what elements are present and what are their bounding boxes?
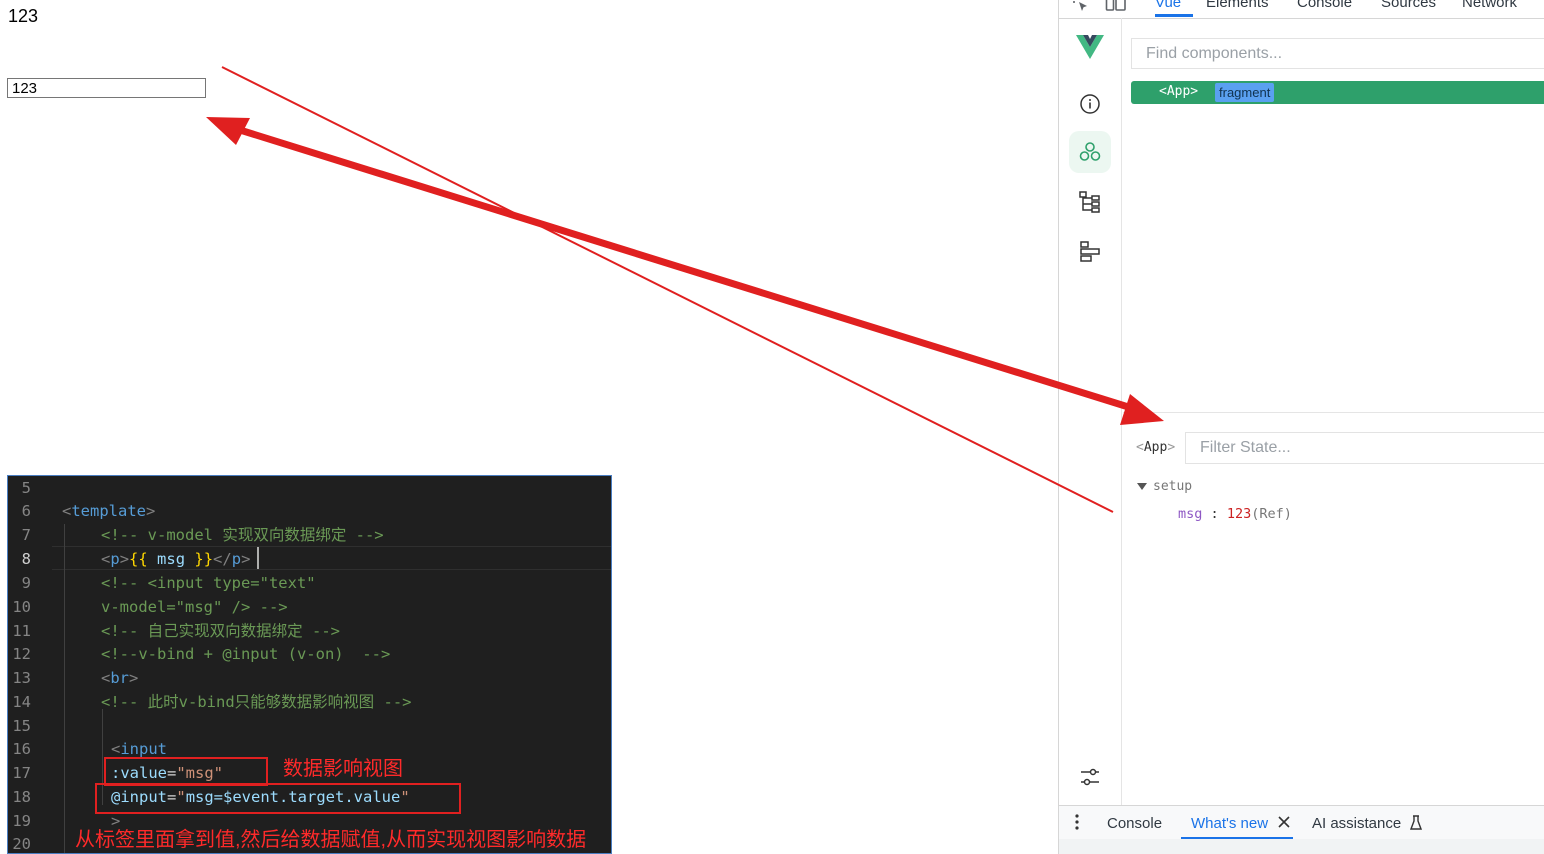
info-icon[interactable] xyxy=(1069,83,1111,125)
code-line: <!-- 此时v-bind只能够数据影响视图 --> xyxy=(101,693,412,711)
line-number: 14 xyxy=(12,693,31,711)
component-tree-row-app[interactable]: <App> fragment xyxy=(1131,81,1544,104)
close-icon[interactable] xyxy=(1278,814,1290,832)
annotation-box-input-handler xyxy=(95,783,461,814)
setup-section-toggle[interactable]: setup xyxy=(1137,479,1192,494)
page-text-input[interactable] xyxy=(7,78,206,98)
line-number: 11 xyxy=(12,622,31,640)
code-line: <!-- <input type="text" xyxy=(101,574,316,592)
pane-divider[interactable] xyxy=(1123,412,1544,413)
page-paragraph: 123 xyxy=(8,6,39,26)
state-component-name: App xyxy=(1143,440,1168,455)
line-number: 6 xyxy=(21,502,31,520)
state-component-close: > xyxy=(1167,440,1176,455)
state-key: msg xyxy=(1178,506,1203,522)
tab-sources[interactable]: Sources xyxy=(1381,0,1436,11)
code-line: <!-- v-model 实现双向数据绑定 --> xyxy=(101,526,384,544)
state-row-msg[interactable]: msg : 123(Ref) xyxy=(1178,506,1292,522)
components-icon[interactable] xyxy=(1069,131,1111,173)
line-number: 19 xyxy=(12,812,31,830)
annotation-box-value-binding xyxy=(104,757,268,786)
tab-network[interactable]: Network xyxy=(1462,0,1517,11)
tree-icon[interactable] xyxy=(1069,181,1111,223)
text-caret xyxy=(257,547,259,569)
more-options-icon[interactable] xyxy=(1073,812,1081,836)
line-number: 15 xyxy=(12,717,31,735)
line-number: 7 xyxy=(21,526,31,544)
drawer-tab-whats-new[interactable]: What's new xyxy=(1191,815,1268,832)
line-number: 13 xyxy=(12,669,31,687)
devtools-panel: Vue Elements Console Sources Network <Ap… xyxy=(1058,0,1544,854)
devtools-tab-bar: Vue Elements Console Sources Network xyxy=(1059,0,1544,19)
arrowhead-left-icon xyxy=(206,117,250,145)
state-component-label: <App> xyxy=(1136,440,1175,455)
line-number: 9 xyxy=(21,574,31,592)
tab-vue[interactable]: Vue xyxy=(1155,0,1181,11)
line-number-current: 8 xyxy=(21,550,31,568)
filter-state-box xyxy=(1185,432,1544,464)
annotation-note-view-to-data: 从标签里面拿到值,然后给数据赋值,从而实现视图影响数据 xyxy=(75,829,587,851)
active-tab-indicator xyxy=(1155,14,1193,17)
code-line: <!--v-bind + @input (v-on) --> xyxy=(101,645,391,663)
settings-sliders-icon[interactable] xyxy=(1069,756,1111,798)
line-number: 10 xyxy=(12,598,31,616)
device-toolbar-icon[interactable] xyxy=(1105,0,1127,18)
vue-logo-icon xyxy=(1069,26,1111,68)
code-line: <!-- 自己实现双向数据绑定 --> xyxy=(101,622,340,640)
inspect-element-icon[interactable] xyxy=(1071,0,1091,18)
component-name: <App> xyxy=(1159,84,1199,99)
code-line: <template> xyxy=(62,502,156,520)
caret-down-icon xyxy=(1137,483,1147,490)
component-search-input[interactable] xyxy=(1132,39,1544,68)
line-number: 16 xyxy=(12,740,31,758)
annotation-note-data-to-view: 数据影响视图 xyxy=(283,758,403,780)
setup-label: setup xyxy=(1153,479,1193,494)
vue-devtools-sidebar xyxy=(1059,18,1122,805)
state-value[interactable]: 123 xyxy=(1227,506,1251,522)
line-number: 17 xyxy=(12,764,31,782)
filter-state-input[interactable] xyxy=(1186,433,1544,463)
line-number: 5 xyxy=(21,479,31,497)
state-type: (Ref) xyxy=(1251,506,1292,522)
line-number: 20 xyxy=(12,835,31,853)
line-number: 18 xyxy=(12,788,31,806)
code-line: v-model="msg" /> --> xyxy=(101,598,288,616)
double-headed-arrow-icon xyxy=(238,126,1140,414)
code-line: <br> xyxy=(101,669,139,687)
thin-annotation-line xyxy=(221,66,1114,513)
drawer-body xyxy=(1059,839,1544,854)
code-editor: 5 6 <template> 7 <!-- v-model 实现双向数据绑定 -… xyxy=(7,475,612,854)
fragment-badge: fragment xyxy=(1215,83,1275,102)
drawer-tab-console[interactable]: Console xyxy=(1107,815,1162,832)
tab-console[interactable]: Console xyxy=(1297,0,1352,11)
line-number: 12 xyxy=(12,645,31,663)
tab-elements[interactable]: Elements xyxy=(1206,0,1269,11)
code-line: <p>{{ msg }}</p> xyxy=(101,550,251,568)
state-component-open: < xyxy=(1136,440,1144,455)
timeline-icon[interactable] xyxy=(1069,230,1111,272)
component-search-box xyxy=(1131,38,1544,69)
drawer-tab-ai-assistance[interactable]: AI assistance xyxy=(1312,815,1401,832)
drawer-tab-bar: Console What's new AI assistance xyxy=(1059,805,1544,840)
flask-icon xyxy=(1409,815,1423,835)
state-colon: : xyxy=(1210,506,1219,522)
